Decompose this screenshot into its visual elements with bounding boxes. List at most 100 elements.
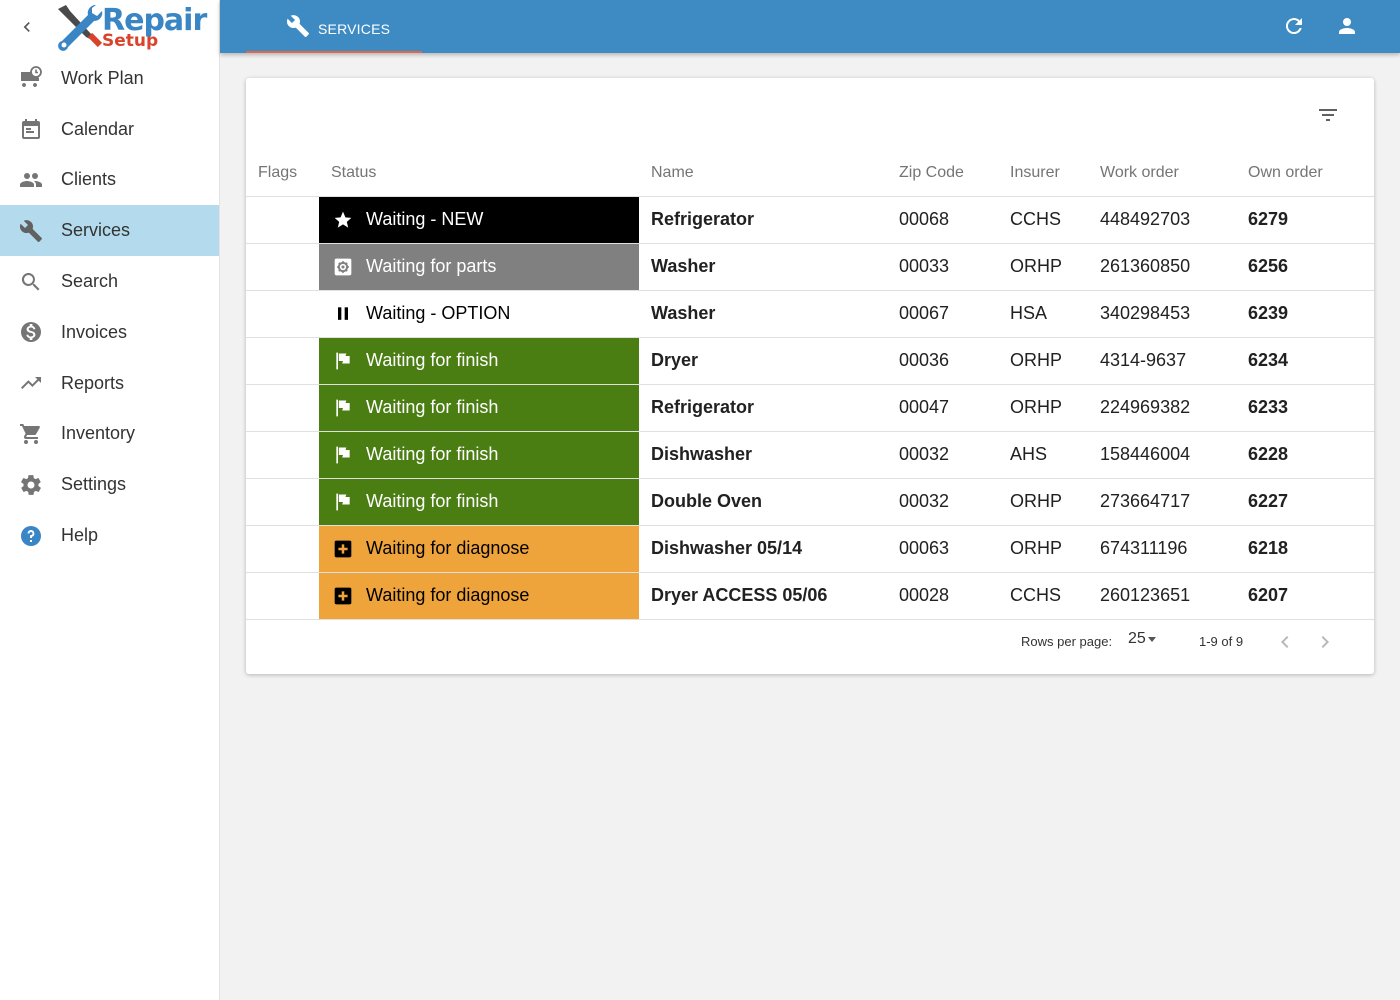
flag-icon xyxy=(333,445,353,465)
status-cell[interactable]: Waiting for finish xyxy=(319,337,639,385)
pause-icon xyxy=(333,304,353,324)
table-row[interactable]: Waiting for finish Dryer 00036 ORHP 4314-963… xyxy=(246,337,1374,385)
table-row[interactable]: Waiting for diagnose Dishwasher 05/14 0006… xyxy=(246,525,1374,573)
rows-per-page-select[interactable]: 25 xyxy=(1128,630,1156,648)
own-order-cell: 6218 xyxy=(1248,525,1374,573)
insurer-cell: ORHP xyxy=(1010,337,1100,385)
table-row[interactable]: Waiting for finish Refrigerator 00047 ORHP 2… xyxy=(246,384,1374,432)
work-order-cell: 4314-9637 xyxy=(1100,337,1248,385)
status-cell[interactable]: Waiting for diagnose xyxy=(319,525,639,573)
services-table: Flags Status Name Zip Code Insurer Work … xyxy=(246,150,1374,620)
sidebar-item-reports[interactable]: Reports xyxy=(0,358,219,409)
column-header-insurer[interactable]: Insurer xyxy=(1010,150,1100,197)
chevron-left-icon xyxy=(1281,636,1289,648)
rows-per-page-value: 25 xyxy=(1128,630,1146,647)
work-order-cell: 448492703 xyxy=(1100,196,1248,244)
table-row[interactable]: Waiting - NEW Refrigerator 00068 CCHS 448492… xyxy=(246,196,1374,244)
own-order-cell: 6227 xyxy=(1248,478,1374,526)
flags-cell xyxy=(246,384,319,432)
column-header-own-order[interactable]: Own order xyxy=(1248,150,1374,197)
column-header-work-order[interactable]: Work order xyxy=(1100,150,1248,197)
next-page-button[interactable] xyxy=(1311,628,1339,656)
work-order-cell: 224969382 xyxy=(1100,384,1248,432)
own-order-cell: 6228 xyxy=(1248,431,1374,479)
status-label: Waiting - NEW xyxy=(366,209,484,229)
cart-icon xyxy=(18,421,44,447)
help-icon xyxy=(18,523,44,549)
name-cell: Dryer xyxy=(639,337,899,385)
sidebar-item-calendar[interactable]: Calendar xyxy=(0,104,219,155)
insurer-cell: HSA xyxy=(1010,290,1100,338)
zip-cell: 00047 xyxy=(899,384,1010,432)
name-cell: Washer xyxy=(639,243,899,291)
status-cell[interactable]: Waiting for finish xyxy=(319,431,639,479)
sidebar-item-label: Reports xyxy=(61,372,125,393)
status-cell[interactable]: Waiting - OPTION xyxy=(319,290,639,338)
column-header-name[interactable]: Name xyxy=(639,150,899,197)
chevron-left-icon xyxy=(23,22,30,32)
sidebar-item-services[interactable]: Services xyxy=(0,205,219,257)
logo[interactable]: Repair Setup xyxy=(52,3,212,51)
status-label: Waiting - OPTION xyxy=(366,303,511,323)
work-order-cell: 273664717 xyxy=(1100,478,1248,526)
wrench-icon xyxy=(18,218,44,244)
name-cell: Double Oven xyxy=(639,478,899,526)
flag-icon xyxy=(333,398,353,418)
flags-cell xyxy=(246,290,319,338)
own-order-cell: 6234 xyxy=(1248,337,1374,385)
tab-label: SERVICES xyxy=(318,21,391,37)
sidebar-item-label: Search xyxy=(61,271,119,292)
sidebar-item-label: Settings xyxy=(61,474,127,495)
top-app-bar: SERVICES xyxy=(220,0,1400,53)
table-body: Waiting - NEW Refrigerator 00068 CCHS 448492… xyxy=(246,196,1374,620)
sidebar-item-inventory[interactable]: Inventory xyxy=(0,409,219,460)
flags-cell xyxy=(246,431,319,479)
zip-cell: 00068 xyxy=(899,196,1010,244)
flags-cell xyxy=(246,337,319,385)
name-cell: Dishwasher xyxy=(639,431,899,479)
table-row[interactable]: Waiting for finish Dishwasher 00032 AHS 1584… xyxy=(246,431,1374,479)
sidebar-item-label: Services xyxy=(61,220,131,241)
insurer-cell: ORHP xyxy=(1010,243,1100,291)
status-cell[interactable]: Waiting - NEW xyxy=(319,196,639,244)
back-button[interactable] xyxy=(14,14,40,40)
table-row[interactable]: Waiting for finish Double Oven 00032 ORHP 27… xyxy=(246,478,1374,526)
sidebar-item-help[interactable]: Help xyxy=(0,510,219,561)
column-header-status[interactable]: Status xyxy=(319,150,639,197)
zip-cell: 00063 xyxy=(899,525,1010,573)
status-label: Waiting for diagnose xyxy=(366,585,530,605)
zip-cell: 00036 xyxy=(899,337,1010,385)
status-cell[interactable]: Waiting for parts xyxy=(319,243,639,291)
own-order-cell: 6239 xyxy=(1248,290,1374,338)
work-order-cell: 158446004 xyxy=(1100,431,1248,479)
sidebar-item-search[interactable]: Search xyxy=(0,256,219,307)
table-row[interactable]: Waiting for parts Washer 00033 ORHP 26136085… xyxy=(246,243,1374,291)
own-order-cell: 6279 xyxy=(1248,196,1374,244)
sidebar-item-clients[interactable]: Clients xyxy=(0,155,219,206)
name-cell: Refrigerator xyxy=(639,196,899,244)
status-label: Waiting for finish xyxy=(366,491,499,511)
account-button[interactable] xyxy=(1335,14,1359,38)
wrench-icon xyxy=(286,14,310,38)
previous-page-button[interactable] xyxy=(1271,628,1299,656)
status-cell[interactable]: Waiting for finish xyxy=(319,384,639,432)
column-header-flags[interactable]: Flags xyxy=(246,150,319,197)
filter-button[interactable] xyxy=(1316,103,1340,127)
services-table-card: Flags Status Name Zip Code Insurer Work … xyxy=(246,78,1374,674)
zip-cell: 00032 xyxy=(899,431,1010,479)
tab-services[interactable]: SERVICES xyxy=(246,0,422,53)
status-label: Waiting for finish xyxy=(366,444,499,464)
sidebar-item-work-plan[interactable]: Work Plan xyxy=(0,53,219,104)
pagination-range: 1-9 of 9 xyxy=(1199,634,1244,649)
sidebar-item-invoices[interactable]: Invoices xyxy=(0,307,219,358)
refresh-button[interactable] xyxy=(1282,14,1306,38)
flag-icon xyxy=(333,492,353,512)
column-header-zip[interactable]: Zip Code xyxy=(899,150,1010,197)
insurer-cell: CCHS xyxy=(1010,196,1100,244)
status-cell[interactable]: Waiting for finish xyxy=(319,478,639,526)
table-row[interactable]: Waiting - OPTION Washer 00067 HSA 340298453 6… xyxy=(246,290,1374,338)
filter-list-icon xyxy=(1319,109,1337,121)
sidebar-item-settings[interactable]: Settings xyxy=(0,459,219,510)
status-label: Waiting for finish xyxy=(366,397,499,417)
person-icon xyxy=(1339,18,1355,34)
